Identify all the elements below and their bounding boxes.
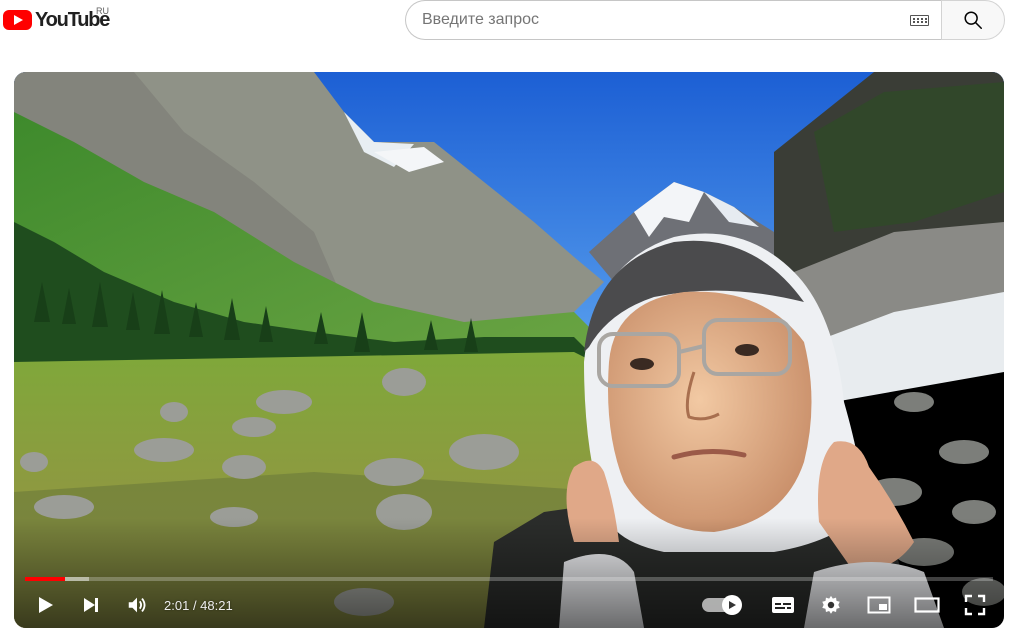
autoplay-toggle[interactable] bbox=[702, 595, 742, 615]
masthead: YouTube RU bbox=[0, 0, 1009, 42]
theater-mode-button[interactable] bbox=[910, 588, 944, 622]
settings-button[interactable] bbox=[814, 588, 848, 622]
progress-track bbox=[25, 577, 993, 581]
search-button[interactable] bbox=[941, 0, 1005, 40]
next-icon bbox=[84, 598, 98, 612]
search-input[interactable] bbox=[422, 11, 910, 29]
play-button[interactable] bbox=[28, 588, 62, 622]
video-player[interactable]: 2:01 / 48:21 bbox=[14, 72, 1004, 628]
subtitles-icon bbox=[772, 597, 794, 613]
search-icon bbox=[964, 11, 982, 29]
time-current: 2:01 bbox=[164, 597, 190, 613]
region-code: RU bbox=[96, 6, 109, 16]
youtube-logo-icon bbox=[3, 10, 32, 30]
search-bar bbox=[405, 0, 1005, 40]
fullscreen-icon bbox=[964, 594, 986, 616]
miniplayer-button[interactable] bbox=[862, 588, 896, 622]
theater-mode-icon bbox=[914, 597, 940, 613]
fullscreen-button[interactable] bbox=[958, 588, 992, 622]
autoplay-toggle-icon bbox=[722, 595, 742, 615]
player-controls: 2:01 / 48:21 bbox=[14, 588, 1004, 622]
settings-icon bbox=[822, 595, 840, 614]
next-button[interactable] bbox=[74, 588, 108, 622]
search-box[interactable] bbox=[405, 0, 941, 40]
subtitles-button[interactable] bbox=[766, 588, 800, 622]
video-frame[interactable] bbox=[14, 72, 1004, 628]
volume-icon bbox=[128, 597, 146, 613]
play-icon bbox=[39, 597, 53, 613]
progress-played bbox=[25, 577, 66, 581]
keyboard-icon[interactable] bbox=[910, 14, 929, 26]
progress-bar[interactable] bbox=[25, 577, 993, 581]
youtube-logo[interactable]: YouTube bbox=[3, 8, 110, 32]
time-total: 48:21 bbox=[200, 597, 233, 613]
mute-button[interactable] bbox=[120, 588, 154, 622]
time-display: 2:01 / 48:21 bbox=[164, 598, 233, 613]
miniplayer-icon bbox=[867, 596, 891, 614]
